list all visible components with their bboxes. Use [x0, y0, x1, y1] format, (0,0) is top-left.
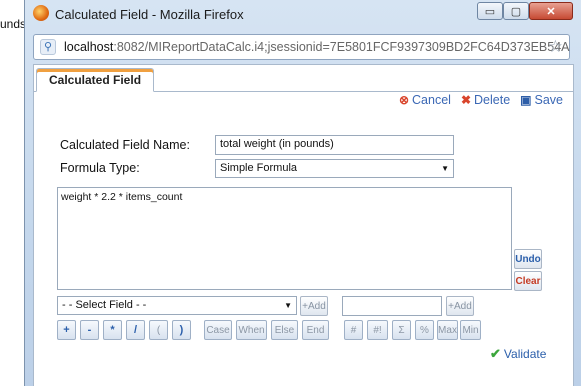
- select-field-placeholder: - - Select Field - -: [62, 299, 147, 311]
- add-field-button[interactable]: +Add: [300, 296, 328, 316]
- max-button[interactable]: Max: [437, 320, 458, 340]
- delete-icon: ✖: [460, 93, 472, 107]
- title-bar[interactable]: Calculated Field - Mozilla Firefox ▭ ▢ ✕: [25, 0, 581, 30]
- url-host: localhost: [64, 40, 114, 54]
- operator-minus-button[interactable]: -: [80, 320, 99, 340]
- formula-type-value: Simple Formula: [220, 162, 298, 174]
- open-paren-button[interactable]: (: [149, 320, 168, 340]
- clear-button[interactable]: Clear: [514, 271, 542, 291]
- url-path: :8082/MIReportDataCalc.i4;jsessionid=7E5…: [113, 40, 570, 54]
- save-button[interactable]: ▣ Save: [520, 93, 563, 107]
- formula-textarea[interactable]: weight * 2.2 * items_count: [57, 187, 512, 290]
- action-bar: ⊗ Cancel ✖ Delete ▣ Save: [399, 93, 563, 107]
- maximize-button[interactable]: ▢: [503, 2, 529, 20]
- sum-button[interactable]: Σ: [392, 320, 411, 340]
- background-window-text: unds: [0, 17, 27, 31]
- when-button[interactable]: When: [236, 320, 267, 340]
- percent-button[interactable]: %: [415, 320, 434, 340]
- window-title: Calculated Field - Mozilla Firefox: [55, 7, 244, 22]
- validate-label: Validate: [503, 347, 547, 361]
- close-button[interactable]: ✕: [529, 2, 573, 20]
- select-field-dropdown[interactable]: - - Select Field - - ▼: [57, 296, 297, 315]
- url-text[interactable]: localhost:8082/MIReportDataCalc.i4;jsess…: [64, 40, 570, 54]
- count-button[interactable]: #: [344, 320, 363, 340]
- site-identity-icon[interactable]: ⚲: [40, 39, 56, 55]
- validate-button[interactable]: ✔ Validate: [490, 346, 546, 362]
- page-content: Calculated Field ⊗ Cancel ✖ Delete ▣ Sav…: [33, 64, 574, 386]
- delete-button[interactable]: ✖ Delete: [461, 93, 510, 107]
- min-button[interactable]: Min: [460, 320, 481, 340]
- firefox-popup-window: Calculated Field - Mozilla Firefox ▭ ▢ ✕…: [24, 0, 581, 386]
- add-constant-button[interactable]: +Add: [446, 296, 474, 316]
- operator-multiply-button[interactable]: *: [103, 320, 122, 340]
- constant-input[interactable]: [342, 296, 442, 316]
- delete-label: Delete: [474, 93, 511, 107]
- firefox-logo-icon: [33, 5, 49, 21]
- distinct-count-button[interactable]: #!: [367, 320, 388, 340]
- operator-plus-button[interactable]: +: [57, 320, 76, 340]
- end-button[interactable]: End: [302, 320, 329, 340]
- tab-calculated-field[interactable]: Calculated Field: [36, 68, 155, 92]
- dropdown-arrow-icon: ▼: [441, 164, 449, 173]
- operator-divide-button[interactable]: /: [126, 320, 145, 340]
- formula-type-label: Formula Type:: [60, 161, 140, 175]
- save-label: Save: [534, 93, 564, 107]
- checkmark-icon: ✔: [490, 346, 501, 361]
- field-name-label: Calculated Field Name:: [60, 138, 190, 152]
- minimize-button[interactable]: ▭: [477, 2, 503, 20]
- tab-strip: Calculated Field: [34, 65, 573, 92]
- formula-type-select[interactable]: Simple Formula ▼: [215, 159, 454, 178]
- undo-button[interactable]: Undo: [514, 249, 542, 269]
- bookmark-star-icon[interactable]: ☆: [548, 37, 563, 57]
- dropdown-arrow-icon: ▼: [284, 301, 292, 310]
- else-button[interactable]: Else: [271, 320, 298, 340]
- address-bar[interactable]: ⚲ localhost:8082/MIReportDataCalc.i4;jse…: [33, 34, 570, 60]
- cancel-icon: ⊗: [398, 93, 410, 107]
- save-icon: ▣: [520, 93, 532, 107]
- case-button[interactable]: Case: [204, 320, 232, 340]
- cancel-button[interactable]: ⊗ Cancel: [399, 93, 451, 107]
- cancel-label: Cancel: [412, 93, 451, 107]
- field-name-input[interactable]: total weight (in pounds): [215, 135, 454, 155]
- close-paren-button[interactable]: ): [172, 320, 191, 340]
